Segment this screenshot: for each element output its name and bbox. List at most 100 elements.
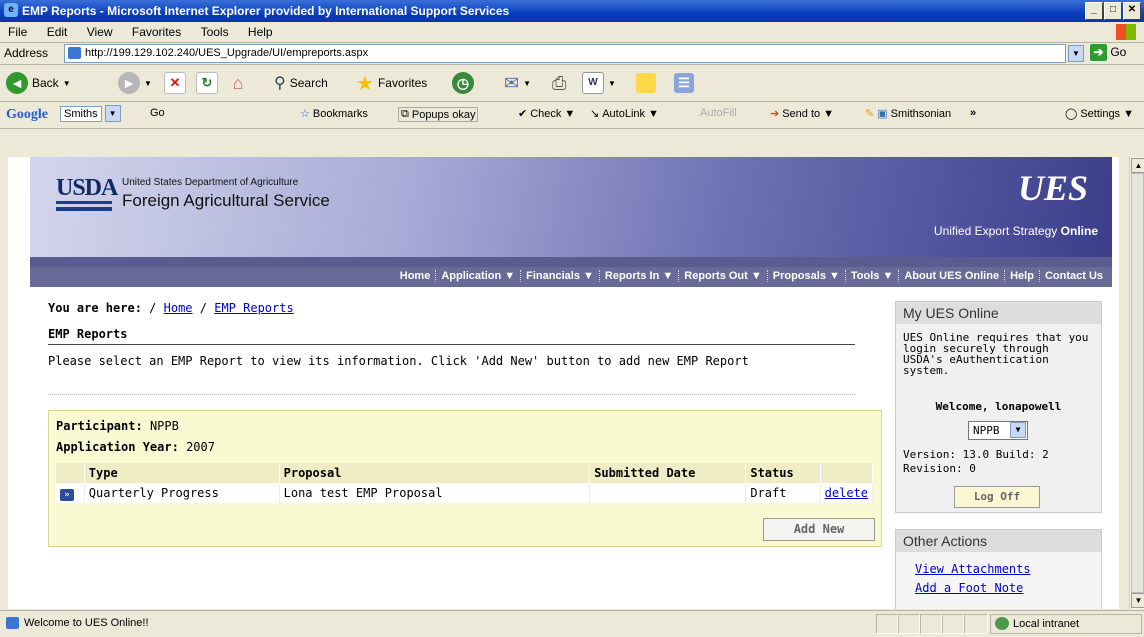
nav-reports-out[interactable]: Reports Out ▼	[678, 270, 767, 282]
status-cell	[920, 614, 942, 634]
add-foot-note-link[interactable]: Add a Foot Note	[915, 581, 1023, 595]
discuss-button[interactable]	[636, 71, 656, 95]
status-message: Welcome to UES Online!!	[24, 617, 149, 629]
view-attachments-link[interactable]: View Attachments	[915, 562, 1031, 576]
scroll-down-icon[interactable]: ▼	[1131, 593, 1144, 608]
select-row-button[interactable]: »	[56, 483, 85, 503]
home-icon: ⌂	[232, 73, 244, 93]
nav-application[interactable]: Application ▼	[435, 270, 520, 282]
department-name: United States Department of Agriculture	[122, 177, 299, 188]
address-label: Address	[4, 46, 49, 60]
autolink-button[interactable]: ↘ AutoLink ▼	[590, 107, 659, 121]
favorites-star-icon: ★	[356, 72, 374, 95]
google-toolbar: Google Smiths ▼ Go ☆ Bookmarks ⧉ Popups ok…	[0, 102, 1144, 129]
research-button[interactable]: ☰	[674, 71, 694, 95]
log-off-button[interactable]: Log Off	[954, 486, 1040, 508]
version-info: Version: 13.0 Build: 2 Revision: 0	[903, 448, 1049, 475]
column-header-select	[56, 463, 85, 483]
breadcrumb-current-link[interactable]: EMP Reports	[214, 301, 293, 315]
status-cell	[876, 614, 898, 634]
forward-button[interactable]: ► ▼	[118, 71, 152, 95]
participant-dropdown-icon[interactable]: ▼	[1010, 422, 1026, 438]
sendto-button[interactable]: ➔ Send to ▼	[770, 107, 834, 121]
refresh-button[interactable]: ↻	[196, 71, 218, 95]
address-input[interactable]: http://199.129.102.240/UES_Upgrade/UI/em…	[64, 44, 1066, 63]
google-search-dropdown-icon[interactable]: ▼	[104, 105, 121, 122]
spellcheck-icon: ✔	[518, 108, 528, 120]
favorites-button[interactable]: ★ Favorites	[356, 71, 427, 95]
menu-tools[interactable]: Tools	[193, 23, 237, 41]
word-icon: W	[582, 72, 604, 94]
my-ues-box: My UES Online UES Online requires that y…	[895, 301, 1102, 513]
mail-button[interactable]: ✉ ▼	[504, 71, 531, 95]
bookmark-star-icon: ☆	[300, 108, 310, 120]
search-box-icon: ▣	[877, 108, 888, 120]
nav-tools[interactable]: Tools ▼	[844, 270, 898, 282]
print-button[interactable]: ⎙	[552, 71, 566, 95]
page-content: USDA United States Department of Agricul…	[8, 157, 1119, 609]
standard-toolbar: ◄ Back ▼ ► ▼ ✕ ↻ ⌂ ⚲ Search ★ Favorites ◷ …	[0, 65, 1144, 102]
settings-button[interactable]: ◯ Settings ▼	[1065, 107, 1134, 121]
address-dropdown-icon[interactable]: ▼	[1068, 45, 1084, 62]
back-button[interactable]: ◄ Back ▼	[6, 71, 71, 95]
google-go-button[interactable]: Go	[150, 107, 165, 119]
select-arrow-icon: »	[60, 488, 74, 501]
nav-reports-in[interactable]: Reports In ▼	[598, 270, 678, 282]
ie-icon: e	[4, 3, 18, 17]
autofill-button[interactable]: AutoFill	[700, 107, 737, 119]
more-button[interactable]: »	[970, 107, 976, 119]
search-button[interactable]: ⚲ Search	[274, 71, 328, 95]
nav-help[interactable]: Help	[1004, 270, 1039, 282]
home-button[interactable]: ⌂	[228, 71, 248, 95]
print-icon: ⎙	[552, 72, 567, 93]
vertical-scrollbar[interactable]: ▲ ▼	[1129, 157, 1144, 609]
delete-link[interactable]: delete	[825, 486, 868, 500]
nav-proposals[interactable]: Proposals ▼	[766, 270, 845, 282]
row-proposal: Lona test EMP Proposal	[279, 483, 591, 503]
google-search-input[interactable]: Smiths ▼	[60, 105, 121, 122]
history-button[interactable]: ◷	[452, 71, 474, 95]
smithsonian-button[interactable]: ✎ ▣ Smithsonian	[865, 107, 951, 121]
go-button[interactable]: ➔ Go	[1090, 44, 1126, 61]
row-type: Quarterly Progress	[84, 483, 280, 503]
add-new-button[interactable]: Add New	[763, 518, 875, 541]
menu-edit[interactable]: Edit	[39, 23, 76, 41]
agency-name: Foreign Agricultural Service	[122, 191, 330, 210]
stop-icon: ✕	[164, 72, 186, 94]
participant-line: Participant: NPPB	[56, 419, 179, 433]
nav-home[interactable]: Home	[395, 270, 436, 282]
menu-help[interactable]: Help	[240, 23, 281, 41]
mail-icon: ✉	[504, 72, 520, 93]
history-icon: ◷	[452, 72, 474, 94]
usda-logo[interactable]: USDA	[56, 175, 118, 202]
scroll-thumb[interactable]	[1131, 173, 1144, 593]
spellcheck-button[interactable]: ✔ Check ▼	[518, 107, 575, 121]
application-year-line: Application Year: 2007	[56, 440, 215, 454]
status-cell	[898, 614, 920, 634]
menu-file[interactable]: File	[0, 23, 35, 41]
google-logo[interactable]: Google	[6, 107, 48, 123]
intranet-icon	[995, 617, 1009, 630]
site-banner: USDA United States Department of Agricul…	[30, 157, 1112, 257]
nav-strip	[30, 257, 1112, 267]
maximize-button[interactable]: □	[1104, 2, 1122, 20]
row-status: Draft	[745, 483, 821, 503]
scroll-up-icon[interactable]: ▲	[1131, 158, 1144, 173]
address-url: http://199.129.102.240/UES_Upgrade/UI/em…	[85, 47, 369, 59]
nav-financials[interactable]: Financials ▼	[520, 270, 599, 282]
menu-favorites[interactable]: Favorites	[124, 23, 189, 41]
minimize-button[interactable]: _	[1085, 2, 1103, 20]
edit-button[interactable]: W ▼	[582, 71, 616, 95]
stop-button[interactable]: ✕	[164, 71, 186, 95]
breadcrumb-home-link[interactable]: Home	[164, 301, 193, 315]
participant-select[interactable]: NPPB ▼	[968, 421, 1028, 440]
bookmarks-button[interactable]: ☆ Bookmarks	[300, 107, 368, 121]
nav-about[interactable]: About UES Online	[898, 270, 1004, 282]
menu-view[interactable]: View	[79, 23, 121, 41]
dotted-divider	[48, 394, 855, 395]
my-ues-header: My UES Online	[896, 302, 1101, 324]
close-button[interactable]: ✕	[1123, 2, 1141, 20]
nav-contact[interactable]: Contact Us	[1038, 270, 1108, 282]
page-icon	[68, 47, 81, 59]
popups-button[interactable]: ⧉ Popups okay	[398, 107, 479, 122]
